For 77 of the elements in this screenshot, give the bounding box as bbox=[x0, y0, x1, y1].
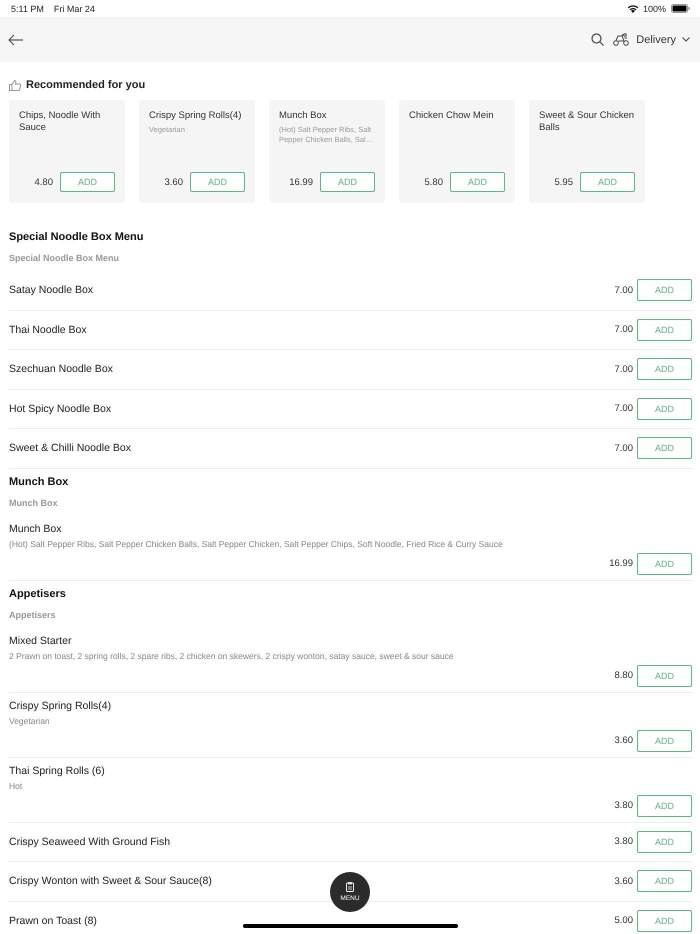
item-name: Munch Box bbox=[279, 110, 328, 122]
item-price: 7.00 bbox=[614, 324, 633, 336]
item-name: Sweet & Chilli Noodle Box bbox=[9, 442, 131, 454]
item-name: Crispy Spring Rolls(4) bbox=[9, 700, 112, 712]
item-price: 5.00 bbox=[614, 915, 633, 926]
thumbs-up-icon bbox=[9, 80, 21, 90]
item-name: Mixed Starter bbox=[9, 634, 72, 646]
add-button[interactable]: ADD bbox=[637, 358, 692, 380]
add-button[interactable]: ADD bbox=[637, 870, 692, 892]
add-button[interactable]: ADD bbox=[637, 730, 692, 752]
item-price: 3.80 bbox=[614, 836, 633, 848]
item-name: Sweet & Sour Chicken Balls bbox=[539, 110, 635, 134]
wifi-icon bbox=[626, 4, 639, 13]
section-title: Recommended for you bbox=[26, 79, 146, 91]
item-price: 7.00 bbox=[614, 364, 633, 375]
item-name: Crispy Spring Rolls(4) bbox=[149, 110, 242, 122]
item-price: 16.99 bbox=[609, 558, 633, 569]
item-description: (Hot) Salt Pepper Ribs, Salt Pepper Chicken Balls, Salt Pepper Chicken, Salt Pepper Chips, Soft Noodle, Fried Rice & Curry Sauce bbox=[9, 538, 504, 548]
item-price: 16.99 bbox=[289, 176, 313, 188]
add-button[interactable]: ADD bbox=[637, 318, 692, 341]
recommended-card[interactable]: Sweet & Sour Chicken Balls 5.95 ADD bbox=[529, 100, 645, 203]
item-name: Crispy Seaweed With Ground Fish bbox=[9, 836, 170, 848]
battery-icon bbox=[671, 4, 690, 13]
add-button[interactable]: ADD bbox=[637, 830, 692, 853]
add-button[interactable]: ADD bbox=[637, 794, 692, 816]
delivery-dropdown[interactable]: Delivery bbox=[636, 34, 690, 46]
recommended-card[interactable]: Chicken Chow Mein 5.80 ADD bbox=[399, 100, 515, 203]
item-price: 7.00 bbox=[614, 284, 633, 296]
item-description: Hot bbox=[9, 780, 24, 790]
item-description: 2 Prawn on toast, 2 spring rolls, 2 spare ribs, 2 chicken on skewers, 2 crispy wonton, satay sauce, sweet & sour sauce bbox=[9, 650, 455, 660]
item-name: Chicken Chow Mein bbox=[409, 110, 494, 122]
item-name: Chips, Noodle With Sauce bbox=[19, 110, 102, 134]
add-button[interactable]: ADD bbox=[637, 279, 692, 302]
item-description: Vegetarian bbox=[9, 716, 51, 726]
category-subheading: Special Noodle Box Menu bbox=[9, 252, 120, 265]
back-icon[interactable] bbox=[8, 34, 24, 46]
item-price: 8.80 bbox=[614, 670, 633, 681]
item-name: Thai Noodle Box bbox=[9, 324, 87, 336]
category-heading: Appetisers bbox=[9, 586, 67, 602]
item-price: 5.80 bbox=[424, 176, 443, 188]
item-price: 7.00 bbox=[614, 403, 633, 414]
add-button[interactable]: ADD bbox=[637, 910, 692, 932]
item-price: 5.95 bbox=[554, 176, 573, 188]
status-time: 5:11 PM bbox=[11, 4, 44, 14]
add-button[interactable]: ADD bbox=[637, 398, 692, 420]
item-name: Szechuan Noodle Box bbox=[9, 363, 113, 376]
search-icon[interactable] bbox=[591, 33, 604, 46]
chevron-down-icon bbox=[682, 37, 690, 42]
add-button[interactable]: ADD bbox=[450, 172, 505, 192]
add-button[interactable]: ADD bbox=[190, 172, 245, 192]
item-price: 3.60 bbox=[614, 735, 633, 746]
battery-percent: 100% bbox=[642, 4, 666, 14]
item-price: 3.80 bbox=[614, 800, 633, 811]
scooter-icon bbox=[613, 33, 630, 46]
item-name: Hot Spicy Noodle Box bbox=[9, 402, 112, 415]
category-subheading: Appetisers bbox=[9, 608, 57, 622]
item-name: Thai Spring Rolls (6) bbox=[9, 764, 106, 776]
recommended-card[interactable]: Chips, Noodle With Sauce 4.80 ADD bbox=[9, 100, 125, 203]
item-price: 7.00 bbox=[614, 442, 633, 454]
item-price: 3.60 bbox=[164, 176, 183, 188]
category-heading: Munch Box bbox=[9, 474, 70, 490]
item-name: Prawn on Toast (8) bbox=[9, 914, 97, 927]
clipboard-icon bbox=[346, 882, 354, 892]
add-button[interactable]: ADD bbox=[637, 552, 692, 574]
category-heading: Special Noodle Box Menu bbox=[9, 230, 144, 245]
item-price: 4.80 bbox=[34, 176, 53, 188]
category-subheading: Munch Box bbox=[9, 496, 58, 510]
add-button[interactable]: ADD bbox=[60, 172, 115, 192]
item-name: Satay Noodle Box bbox=[9, 284, 94, 296]
item-price: 3.60 bbox=[614, 876, 633, 887]
add-button[interactable]: ADD bbox=[320, 172, 375, 192]
item-name: Munch Box bbox=[9, 522, 63, 534]
item-name: Crispy Wonton with Sweet & Sour Sauce(8) bbox=[9, 875, 212, 888]
add-button[interactable]: ADD bbox=[637, 664, 692, 686]
status-date: Fri Mar 24 bbox=[54, 4, 95, 14]
add-button[interactable]: ADD bbox=[580, 172, 635, 192]
add-button[interactable]: ADD bbox=[637, 437, 692, 460]
